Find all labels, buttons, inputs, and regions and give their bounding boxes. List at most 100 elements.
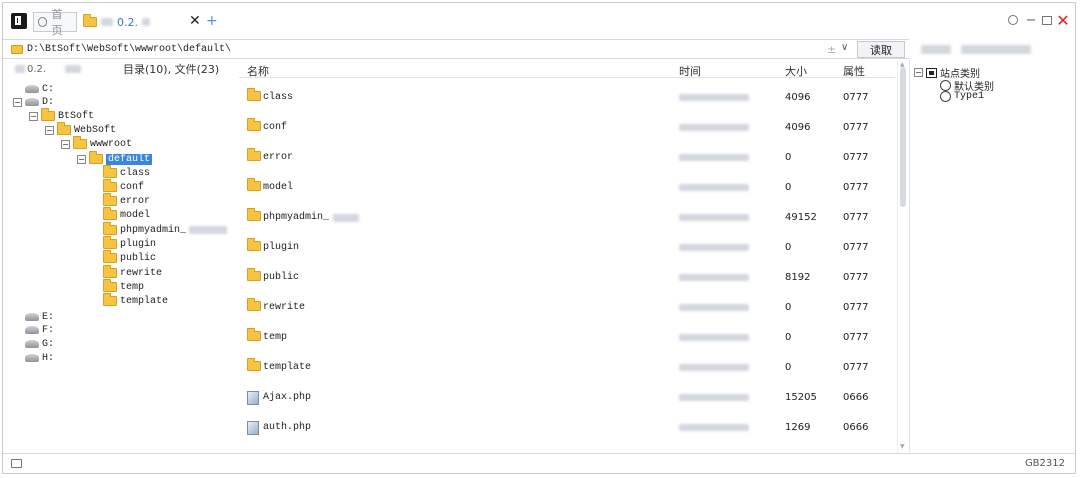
file-row[interactable]: conf 4096 0777: [239, 112, 895, 142]
column-name-header[interactable]: 名称: [247, 63, 269, 79]
tree-folder-rewrite[interactable]: rewrite: [103, 265, 163, 280]
file-name: conf: [263, 122, 288, 133]
encoding-indicator[interactable]: GB2312: [1025, 458, 1065, 469]
tree-drive-e[interactable]: E:: [13, 310, 54, 324]
tree-folder-phpmyadmin[interactable]: phpmyadmin_: [103, 222, 228, 237]
folder-icon: [103, 193, 117, 206]
tree-folder-BtSoft[interactable]: − BtSoft: [29, 108, 95, 123]
file-row[interactable]: rewrite 0 0777: [239, 292, 895, 322]
scroll-down-icon[interactable]: ▼: [900, 443, 905, 450]
file-time-blurred: [679, 274, 749, 281]
tree-folder-wwwroot[interactable]: − wwwroot: [61, 136, 132, 151]
tree-folder-public[interactable]: public: [103, 250, 156, 265]
title-bar: 首页 0.2. ✕ + − ✕: [3, 3, 1075, 39]
file-row[interactable]: plugin 0 0777: [239, 232, 895, 262]
tree-drive-f[interactable]: F:: [13, 323, 54, 337]
file-row[interactable]: class 4096 0777: [239, 82, 895, 112]
tree-drive-c[interactable]: C:: [13, 82, 54, 96]
scrollbar-thumb[interactable]: [900, 67, 906, 207]
minimize-button[interactable]: −: [1023, 12, 1039, 28]
tree-drive-d[interactable]: − D:: [13, 95, 54, 109]
file-row[interactable]: template 0 0777: [239, 352, 895, 382]
address-clear-icon[interactable]: ±: [827, 43, 836, 56]
file-attr: 0777: [843, 122, 869, 133]
file-row[interactable]: auth.php 1269 0666: [239, 412, 895, 442]
file-time-blurred: [679, 424, 749, 431]
tree-node-label: phpmyadmin_: [120, 224, 187, 236]
php-file-icon: [247, 391, 259, 405]
read-button[interactable]: 读取: [857, 41, 905, 58]
folder-icon: [247, 88, 261, 101]
address-dropdown-icon[interactable]: ∨: [841, 42, 848, 53]
tab-home[interactable]: 首页: [33, 8, 77, 37]
file-attr: 0777: [843, 182, 869, 193]
tree-node-label: WebSoft: [74, 124, 117, 136]
tree-node-label: rewrite: [120, 267, 163, 279]
folder-icon: [247, 298, 261, 311]
file-name: rewrite: [263, 302, 306, 313]
collapse-toggle-icon[interactable]: −: [914, 68, 923, 77]
file-attr: 0777: [843, 362, 869, 373]
file-row[interactable]: temp 0 0777: [239, 322, 895, 352]
tree-folder-class[interactable]: class: [103, 165, 150, 180]
close-button[interactable]: ✕: [1055, 11, 1071, 30]
tree-node-label: BtSoft: [58, 110, 95, 122]
folder-icon: [247, 358, 261, 371]
tree-drive-h[interactable]: H:: [13, 351, 54, 365]
tree-folder-default[interactable]: − default: [77, 151, 153, 166]
new-tab-button[interactable]: +: [206, 12, 218, 30]
address-path[interactable]: D:\BtSoft\WebSoft\wwwroot\default\: [27, 44, 231, 55]
tab-current-folder[interactable]: 0.2.: [79, 12, 199, 32]
collapse-toggle-icon[interactable]: −: [45, 125, 54, 135]
folder-icon: [11, 44, 23, 54]
address-bar[interactable]: D:\BtSoft\WebSoft\wwwroot\default\ ± ∨ 读…: [3, 39, 909, 59]
file-name: plugin: [263, 242, 300, 253]
collapse-toggle-icon[interactable]: −: [77, 154, 86, 164]
app-logo-icon: [11, 13, 27, 29]
file-row[interactable]: Ajax.php 15205 0666: [239, 382, 895, 412]
file-size: 0: [785, 152, 792, 163]
tree-drive-g[interactable]: G:: [13, 337, 54, 351]
category-item-label: Type1: [954, 91, 985, 102]
folder-icon: [103, 222, 117, 235]
file-row[interactable]: model 0 0777: [239, 172, 895, 202]
circle-icon: [1008, 15, 1018, 25]
folder-file-count: 目录(10), 文件(23): [123, 63, 220, 76]
tree-folder-plugin[interactable]: plugin: [103, 236, 156, 251]
file-size: 0: [785, 182, 792, 193]
folder-icon: [103, 179, 117, 192]
file-attr: 0777: [843, 242, 869, 253]
file-name: phpmyadmin_: [263, 212, 330, 223]
file-time-blurred: [679, 244, 749, 251]
tree-folder-conf[interactable]: conf: [103, 179, 144, 194]
drive-icon: [25, 85, 39, 93]
tree-folder-model[interactable]: model: [103, 207, 150, 222]
drive-icon: [25, 313, 39, 321]
collapse-toggle-icon[interactable]: −: [61, 139, 70, 149]
category-item[interactable]: Type1: [940, 91, 984, 102]
file-row[interactable]: error 0 0777: [239, 142, 895, 172]
file-time-blurred: [679, 94, 749, 101]
column-time-header[interactable]: 时间: [679, 63, 701, 79]
tree-folder-WebSoft[interactable]: − WebSoft: [45, 122, 117, 137]
file-row[interactable]: public 8192 0777: [239, 262, 895, 292]
maximize-button[interactable]: [1039, 12, 1055, 28]
file-row[interactable]: phpmyadmin_ 49152 0777: [239, 202, 895, 232]
tab-folder-label: 0.2.: [117, 15, 138, 29]
tree-folder-temp[interactable]: temp: [103, 279, 144, 294]
category-icon: [940, 80, 951, 91]
circle-button[interactable]: [1005, 12, 1021, 28]
tree-folder-error[interactable]: error: [103, 193, 151, 208]
folder-icon: [103, 265, 117, 278]
column-attr-header[interactable]: 属性: [843, 63, 865, 79]
tree-node-label: error: [120, 195, 151, 207]
collapse-toggle-icon[interactable]: −: [13, 97, 22, 107]
file-size: 0: [785, 242, 792, 253]
tree-node-label: H:: [42, 352, 55, 364]
collapse-toggle-icon[interactable]: −: [29, 111, 38, 121]
tab-close-button[interactable]: ✕: [189, 12, 201, 30]
tree-folder-template[interactable]: template: [103, 293, 168, 308]
column-size-header[interactable]: 大小: [785, 63, 807, 79]
panel-toggle-icon[interactable]: [11, 459, 22, 468]
file-list-scrollbar[interactable]: ▲ ▼: [897, 61, 907, 453]
